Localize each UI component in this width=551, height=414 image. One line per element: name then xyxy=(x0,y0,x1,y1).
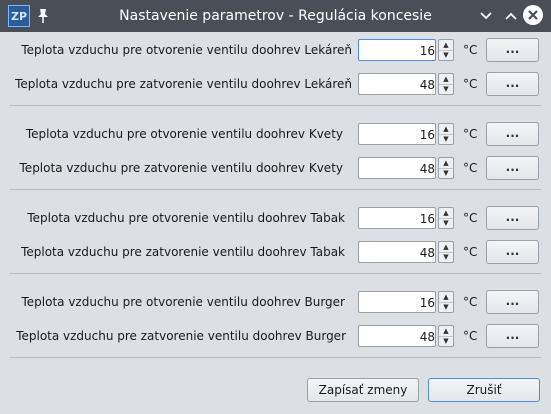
unit-label: °C xyxy=(463,295,478,309)
value-input[interactable] xyxy=(359,292,437,314)
spinner[interactable]: ▲ ▼ xyxy=(438,123,454,145)
param-row: Teplota vzduchu pre zatvorenie ventilu d… xyxy=(0,238,551,266)
spinner[interactable]: ▲ ▼ xyxy=(438,325,454,347)
unit-label: °C xyxy=(463,127,478,141)
save-button[interactable]: Zapísať zmeny xyxy=(307,378,419,402)
more-button[interactable]: ... xyxy=(486,156,539,180)
dialog-window: ZP Nastavenie parametrov - Regulácia kon… xyxy=(0,0,551,414)
param-label: Teplota vzduchu pre otvorenie ventilu do… xyxy=(21,295,345,309)
unit-label: °C xyxy=(463,43,478,57)
value-field[interactable] xyxy=(358,157,437,180)
value-input[interactable] xyxy=(359,242,437,264)
more-button[interactable]: ... xyxy=(486,240,539,264)
unit-label: °C xyxy=(463,161,478,175)
value-input[interactable] xyxy=(359,74,437,96)
spinner[interactable]: ▲ ▼ xyxy=(438,207,454,229)
value-field[interactable] xyxy=(358,39,437,62)
spinner[interactable]: ▲ ▼ xyxy=(438,291,454,313)
spin-down-icon[interactable]: ▼ xyxy=(439,336,453,346)
unit-label: °C xyxy=(463,77,478,91)
more-button[interactable]: ... xyxy=(486,206,539,230)
spinner[interactable]: ▲ ▼ xyxy=(438,157,454,179)
spin-down-icon[interactable]: ▼ xyxy=(439,134,453,144)
separator xyxy=(10,357,541,358)
param-label: Teplota vzduchu pre otvorenie ventilu do… xyxy=(21,43,352,57)
spinner[interactable]: ▲ ▼ xyxy=(438,73,454,95)
spin-down-icon[interactable]: ▼ xyxy=(439,218,453,228)
spinner[interactable]: ▲ ▼ xyxy=(438,241,454,263)
separator xyxy=(10,273,541,274)
chevron-down-icon[interactable] xyxy=(476,6,496,26)
title-bar[interactable]: ZP Nastavenie parametrov - Regulácia kon… xyxy=(0,0,551,32)
spin-down-icon[interactable]: ▼ xyxy=(439,84,453,94)
close-icon[interactable] xyxy=(523,5,543,25)
spin-down-icon[interactable]: ▼ xyxy=(439,252,453,262)
param-row: Teplota vzduchu pre zatvorenie ventilu d… xyxy=(0,154,551,182)
window-title: Nastavenie parametrov - Regulácia konces… xyxy=(119,8,432,24)
param-row: Teplota vzduchu pre otvorenie ventilu do… xyxy=(0,36,551,64)
separator xyxy=(10,189,541,190)
param-row: Teplota vzduchu pre zatvorenie ventilu d… xyxy=(0,70,551,98)
param-label: Teplota vzduchu pre zatvorenie ventilu d… xyxy=(19,161,343,175)
spin-down-icon[interactable]: ▼ xyxy=(439,302,453,312)
spin-down-icon[interactable]: ▼ xyxy=(439,168,453,178)
spinner[interactable]: ▲ ▼ xyxy=(438,39,454,61)
unit-label: °C xyxy=(463,211,478,225)
value-field[interactable] xyxy=(358,325,437,348)
param-label: Teplota vzduchu pre zatvorenie ventilu d… xyxy=(16,329,346,343)
value-field[interactable] xyxy=(358,241,437,264)
value-input[interactable] xyxy=(359,40,437,62)
param-row: Teplota vzduchu pre otvorenie ventilu do… xyxy=(0,204,551,232)
value-input[interactable] xyxy=(359,326,437,348)
param-row: Teplota vzduchu pre zatvorenie ventilu d… xyxy=(0,322,551,350)
param-row: Teplota vzduchu pre otvorenie ventilu do… xyxy=(0,120,551,148)
unit-label: °C xyxy=(463,245,478,259)
more-button[interactable]: ... xyxy=(486,122,539,146)
more-button[interactable]: ... xyxy=(486,72,539,96)
spin-down-icon[interactable]: ▼ xyxy=(439,50,453,60)
value-field[interactable] xyxy=(358,291,437,314)
param-label: Teplota vzduchu pre otvorenie ventilu do… xyxy=(27,211,345,225)
value-input[interactable] xyxy=(359,158,437,180)
param-label: Teplota vzduchu pre otvorenie ventilu do… xyxy=(25,127,343,141)
separator xyxy=(10,105,541,106)
value-field[interactable] xyxy=(358,123,437,146)
value-field[interactable] xyxy=(358,73,437,96)
value-input[interactable] xyxy=(359,124,437,146)
value-field[interactable] xyxy=(358,207,437,230)
value-input[interactable] xyxy=(359,208,437,230)
more-button[interactable]: ... xyxy=(486,38,539,62)
chevron-up-icon[interactable] xyxy=(501,6,521,26)
param-label: Teplota vzduchu pre zatvorenie ventilu d… xyxy=(15,77,352,91)
param-label: Teplota vzduchu pre zatvorenie ventilu d… xyxy=(21,245,345,259)
more-button[interactable]: ... xyxy=(486,324,539,348)
unit-label: °C xyxy=(463,329,478,343)
param-row: Teplota vzduchu pre otvorenie ventilu do… xyxy=(0,288,551,316)
more-button[interactable]: ... xyxy=(486,290,539,314)
cancel-button[interactable]: Zrušiť xyxy=(428,378,540,402)
